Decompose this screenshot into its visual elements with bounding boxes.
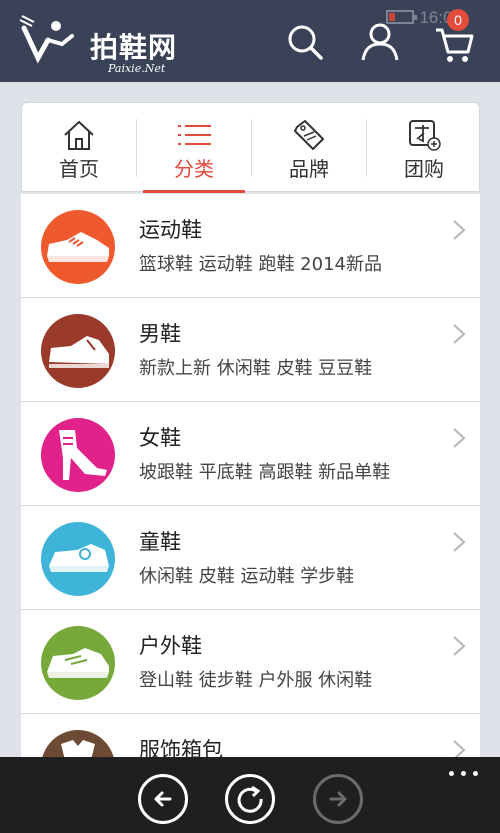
chevron-right-icon bbox=[453, 636, 466, 656]
arrow-right-icon bbox=[329, 791, 347, 807]
running-figure-icon bbox=[19, 15, 74, 64]
high-heel-icon bbox=[41, 418, 115, 492]
group-buy-icon bbox=[409, 120, 441, 151]
refresh-button[interactable] bbox=[225, 774, 275, 824]
back-button[interactable] bbox=[138, 774, 188, 824]
category-tags: 篮球鞋 运动鞋 跑鞋 2014新品 bbox=[139, 254, 382, 275]
tab-brand[interactable]: 品牌 bbox=[252, 103, 366, 193]
app-header: 拍鞋网 Paixie.Net 16:03 0 bbox=[0, 0, 500, 82]
tag-icon bbox=[294, 120, 324, 150]
category-tabs: 首页 分类 品牌 团购 bbox=[21, 102, 480, 192]
user-icon[interactable] bbox=[358, 20, 402, 64]
category-list: 运动鞋 篮球鞋 运动鞋 跑鞋 2014新品 男鞋 新款上新 休闲鞋 皮鞋 豆豆鞋… bbox=[21, 194, 480, 764]
category-name: 户外鞋 bbox=[139, 634, 202, 658]
list-item-outdoor-shoes[interactable]: 户外鞋 登山鞋 徒步鞋 户外服 休闲鞋 bbox=[21, 610, 480, 714]
category-tags: 坡跟鞋 平底鞋 高跟鞋 新品单鞋 bbox=[139, 462, 391, 483]
tab-home[interactable]: 首页 bbox=[22, 103, 136, 193]
tab-group-buy-label: 团购 bbox=[404, 157, 444, 181]
category-name: 运动鞋 bbox=[139, 218, 202, 242]
logo-text: 拍鞋网 bbox=[90, 31, 178, 64]
chevron-right-icon bbox=[453, 220, 466, 240]
list-icon bbox=[178, 125, 211, 145]
active-tab-indicator bbox=[143, 190, 245, 193]
search-icon[interactable] bbox=[283, 20, 327, 64]
tab-group-buy[interactable]: 团购 bbox=[367, 103, 481, 193]
paixie-logo[interactable]: 拍鞋网 Paixie.Net bbox=[18, 10, 188, 75]
sneaker-icon bbox=[41, 210, 115, 284]
refresh-icon bbox=[237, 785, 263, 813]
category-name: 童鞋 bbox=[139, 530, 181, 554]
arrow-left-icon bbox=[154, 791, 172, 807]
list-item-kids-shoes[interactable]: 童鞋 休闲鞋 皮鞋 运动鞋 学步鞋 bbox=[21, 506, 480, 610]
more-options-icon[interactable] bbox=[449, 771, 479, 781]
category-name: 女鞋 bbox=[139, 426, 181, 450]
kids-shoe-icon bbox=[41, 522, 115, 596]
category-tags: 新款上新 休闲鞋 皮鞋 豆豆鞋 bbox=[139, 358, 373, 379]
cart-count-badge: 0 bbox=[447, 9, 469, 31]
category-name: 男鞋 bbox=[139, 322, 181, 346]
home-icon bbox=[64, 120, 94, 150]
category-tags: 休闲鞋 皮鞋 运动鞋 学步鞋 bbox=[139, 566, 355, 587]
logo-subtext: Paixie.Net bbox=[108, 62, 166, 75]
list-item-sports-shoes[interactable]: 运动鞋 篮球鞋 运动鞋 跑鞋 2014新品 bbox=[21, 194, 480, 298]
bottom-app-bar bbox=[0, 757, 500, 833]
category-tags: 登山鞋 徒步鞋 户外服 休闲鞋 bbox=[139, 670, 373, 691]
chevron-right-icon bbox=[453, 428, 466, 448]
hiking-shoe-icon bbox=[41, 626, 115, 700]
tab-brand-label: 品牌 bbox=[289, 157, 329, 181]
tab-category-label: 分类 bbox=[174, 157, 214, 181]
list-item-mens-shoes[interactable]: 男鞋 新款上新 休闲鞋 皮鞋 豆豆鞋 bbox=[21, 298, 480, 402]
list-item-womens-shoes[interactable]: 女鞋 坡跟鞋 平底鞋 高跟鞋 新品单鞋 bbox=[21, 402, 480, 506]
forward-button[interactable] bbox=[313, 774, 363, 824]
mens-shoe-icon bbox=[41, 314, 115, 388]
chevron-right-icon bbox=[453, 532, 466, 552]
tab-category[interactable]: 分类 bbox=[137, 103, 251, 193]
tab-home-label: 首页 bbox=[59, 157, 99, 181]
chevron-right-icon bbox=[453, 324, 466, 344]
